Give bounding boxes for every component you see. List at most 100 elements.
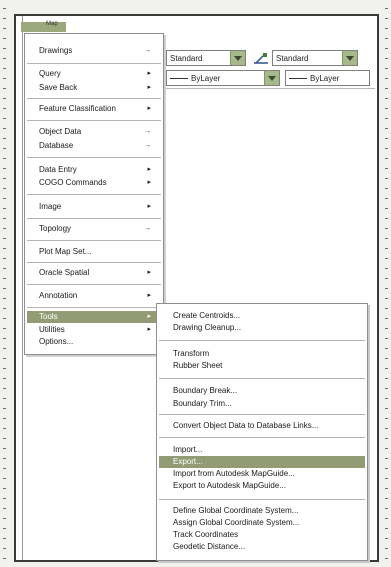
menu-item-label: Data Entry [39,165,77,174]
menu-item-object-data[interactable]: Object Data → [27,126,161,138]
menubar-map[interactable]: Map [21,21,66,32]
submenu-arrow-icon: → [144,128,151,135]
binding-dots-right [385,8,388,559]
text-style-value: Standard [170,54,203,63]
menu-item-label: Annotation [39,291,78,300]
menu-separator [159,437,365,438]
linetype-combo[interactable]: ByLayer [166,70,280,86]
menu-item-label: Oracle Spatial [39,268,90,277]
dimension-style-combo[interactable]: Standard [272,50,358,66]
chevron-down-icon[interactable] [342,51,357,65]
submenu-item-drawing-cleanup[interactable]: Drawing Cleanup... [159,322,365,334]
submenu-item-label: Define Global Coordinate System... [173,506,299,515]
menu-item-annotation[interactable]: Annotation ▸ [27,290,161,302]
linetype-value: ByLayer [191,74,221,83]
submenu-item-assign-global-cs[interactable]: Assign Global Coordinate System... [159,517,365,529]
submenu-item-geodetic-distance[interactable]: Geodetic Distance... [159,541,365,553]
lineweight-value: ByLayer [310,74,340,83]
menu-item-label: Drawings [39,46,73,55]
submenu-item-label: Rubber Sheet [173,361,223,370]
submenu-arrow-icon: ▸ [147,326,151,333]
window-edge [22,16,23,560]
tools-submenu: Create Centroids... Drawing Cleanup... T… [156,303,368,561]
menu-separator [27,240,161,241]
menubar-map-label: Map [46,21,58,27]
submenu-arrow-icon: ▸ [147,70,151,77]
menu-separator [159,414,365,415]
menu-item-data-entry[interactable]: Data Entry ▸ [27,164,161,176]
menu-separator [27,284,161,285]
submenu-arrow-icon: → [144,225,151,232]
submenu-item-import[interactable]: Import... [159,444,365,456]
submenu-item-boundary-trim[interactable]: Boundary Trim... [159,398,365,410]
submenu-item-convert-object-data[interactable]: Convert Object Data to Database Links... [159,420,365,432]
menu-separator [27,157,161,158]
menu-separator [27,307,161,308]
submenu-item-label: Create Centroids... [173,311,241,320]
menu-item-tools[interactable]: Tools ▸ [27,311,161,323]
menu-item-save-back[interactable]: Save Back ▸ [27,82,161,94]
submenu-item-export-mapguide[interactable]: Export to Autodesk MapGuide... [159,480,365,492]
menu-separator [27,194,161,195]
submenu-arrow-icon: ▸ [147,269,151,276]
binding-dots-left [3,8,6,559]
menu-item-utilities[interactable]: Utilities ▸ [27,324,161,336]
submenu-arrow-icon: → [144,142,151,149]
menu-item-label: COGO Commands [39,178,107,187]
menu-item-label: Plot Map Set... [39,247,92,256]
submenu-arrow-icon: → [144,47,151,54]
submenu-item-label: Boundary Break... [173,386,238,395]
menu-item-drawings[interactable]: Drawings → [27,45,161,57]
submenu-item-rubber-sheet[interactable]: Rubber Sheet [159,360,365,372]
menu-item-cogo-commands[interactable]: COGO Commands ▸ [27,177,161,189]
menu-separator [159,340,365,341]
chevron-down-icon[interactable] [230,51,245,65]
menu-item-label: Utilities [39,325,65,334]
menu-separator [27,98,161,99]
submenu-item-label: Import from Autodesk MapGuide... [173,469,295,478]
submenu-item-define-global-cs[interactable]: Define Global Coordinate System... [159,505,365,517]
submenu-item-label: Export... [173,457,203,466]
menu-item-topology[interactable]: Topology → [27,223,161,235]
lineweight-combo[interactable]: ByLayer [285,70,370,86]
text-style-combo[interactable]: Standard [166,50,246,66]
menu-item-database[interactable]: Database → [27,140,161,152]
menu-item-label: Save Back [39,83,78,92]
menu-separator [27,262,161,263]
submenu-item-label: Boundary Trim... [173,399,232,408]
submenu-arrow-icon: ▸ [147,313,151,320]
menu-separator [27,120,161,121]
menu-item-feature-classification[interactable]: Feature Classification ▸ [27,103,161,115]
submenu-item-boundary-break[interactable]: Boundary Break... [159,385,365,397]
menu-item-label: Topology [39,224,72,233]
submenu-item-label: Export to Autodesk MapGuide... [173,481,286,490]
menu-item-query[interactable]: Query ▸ [27,68,161,80]
submenu-arrow-icon: ▸ [147,166,151,173]
map-menu: Drawings → Query ▸ Save Back ▸ Feature Clas… [24,33,164,355]
menu-item-image[interactable]: Image ▸ [27,201,161,213]
menu-separator [159,499,365,500]
submenu-item-transform[interactable]: Transform [159,348,365,360]
chevron-down-icon[interactable] [264,71,279,85]
submenu-item-label: Geodetic Distance... [173,542,246,551]
submenu-item-import-mapguide[interactable]: Import from Autodesk MapGuide... [159,468,365,480]
submenu-arrow-icon: ▸ [147,292,151,299]
menu-item-label: Feature Classification [39,104,116,113]
submenu-item-create-centroids[interactable]: Create Centroids... [159,310,365,322]
menu-item-label: Options... [39,337,74,346]
menu-item-oracle-spatial[interactable]: Oracle Spatial ▸ [27,267,161,279]
submenu-arrow-icon: ▸ [147,84,151,91]
submenu-arrow-icon: ▸ [147,105,151,112]
menu-separator [159,378,365,379]
submenu-item-track-coordinates[interactable]: Track Coordinates [159,529,365,541]
submenu-item-export[interactable]: Export... [159,456,365,468]
menu-item-options[interactable]: Options... [27,336,161,348]
menu-item-label: Query [39,69,61,78]
submenu-item-label: Track Coordinates [173,530,239,539]
menu-item-plot-map-set[interactable]: Plot Map Set... [27,246,161,258]
submenu-arrow-icon: ▸ [147,203,151,210]
lineweight-swatch [289,78,307,80]
menu-item-label: Tools [39,312,58,321]
menu-item-label: Object Data [39,127,82,136]
dimension-style-icon[interactable] [253,51,269,65]
